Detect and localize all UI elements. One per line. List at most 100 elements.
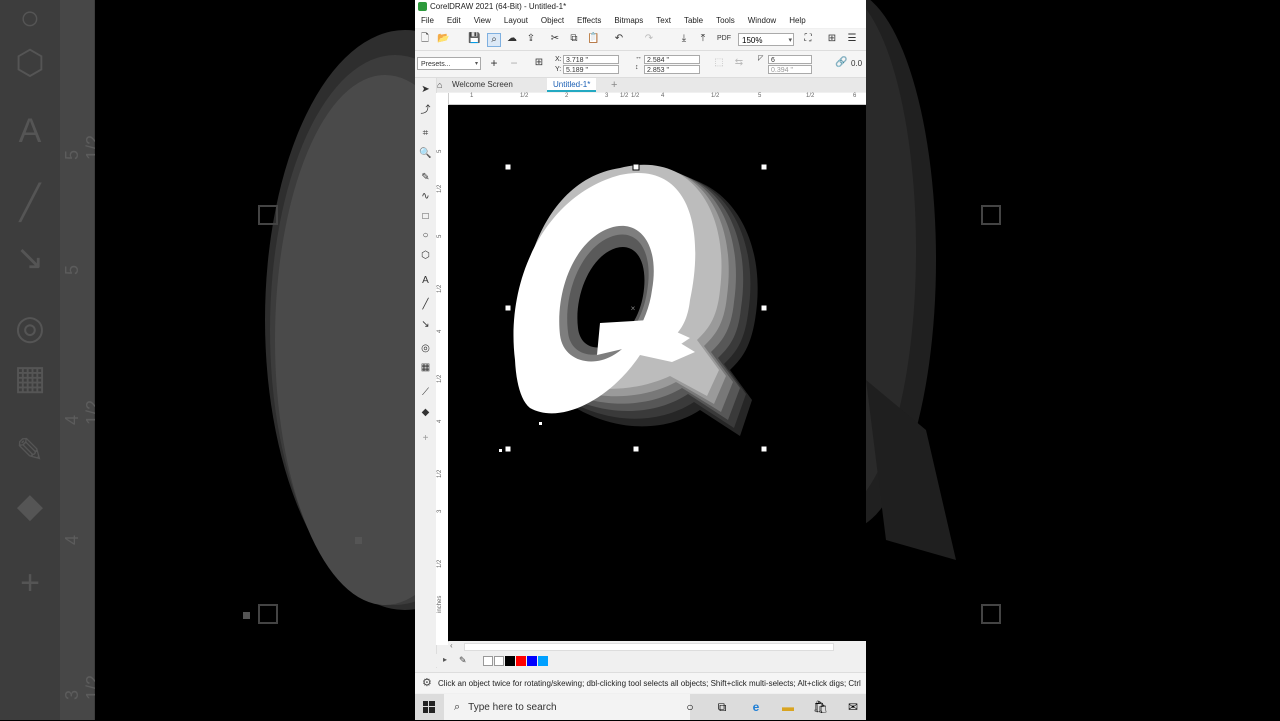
ellipse-tool-icon[interactable]: ○ xyxy=(419,229,432,242)
interactive-fill-icon[interactable]: ◆ xyxy=(419,406,432,419)
contour-tool-icon[interactable]: ◎ xyxy=(419,342,432,355)
crop-tool-icon[interactable]: ⌗ xyxy=(419,127,432,140)
chevron-down-icon[interactable]: ▾ xyxy=(475,58,478,71)
file-explorer-icon[interactable]: ▬ xyxy=(781,700,795,714)
pick-tool-icon[interactable]: ➤ xyxy=(419,83,432,96)
scrollbar-thumb[interactable] xyxy=(464,643,834,651)
menu-tools[interactable]: Tools xyxy=(716,14,735,28)
width-field[interactable]: 2.584 " xyxy=(644,55,700,64)
cut-icon[interactable]: ✂ xyxy=(549,33,561,45)
shape-tool-icon[interactable]: ⤴ xyxy=(419,104,432,117)
menu-file[interactable]: File xyxy=(421,14,434,28)
menu-object[interactable]: Object xyxy=(541,14,564,28)
add-tab-icon[interactable]: + xyxy=(611,79,617,91)
publish-pdf-icon[interactable]: PDF xyxy=(717,33,731,45)
contour-type-icon[interactable]: ⇆ xyxy=(733,57,745,69)
selection-handle[interactable] xyxy=(632,163,640,171)
scroll-left-icon[interactable]: ‹ xyxy=(450,641,453,650)
q-contour-artwork[interactable]: × xyxy=(448,105,866,641)
selection-handle[interactable] xyxy=(760,445,768,453)
task-view-icon[interactable]: ⧉ xyxy=(715,700,729,714)
black-swatch[interactable] xyxy=(505,656,515,666)
export-arrow-icon[interactable]: ⤒ xyxy=(697,33,709,45)
import-cloud-icon[interactable]: ☁ xyxy=(506,33,518,45)
home-icon[interactable]: ⌂ xyxy=(437,80,447,90)
white-swatch[interactable] xyxy=(494,656,504,666)
import-icon[interactable]: ⤓ xyxy=(678,33,690,45)
cortana-icon[interactable]: ○ xyxy=(683,700,697,714)
contour-offset-field[interactable]: 0.394 " xyxy=(768,65,812,74)
taskbar-search-box[interactable]: ⌕ Type here to search xyxy=(444,694,690,720)
rectangle-tool-icon[interactable]: □ xyxy=(419,210,432,223)
menu-effects[interactable]: Effects xyxy=(577,14,601,28)
export-icon[interactable]: ⇪ xyxy=(525,33,537,45)
zoom-level-combo[interactable]: 150% ▾ xyxy=(738,33,794,46)
polygon-tool-icon[interactable]: ⬡ xyxy=(419,249,432,262)
save-icon[interactable]: 💾 xyxy=(468,33,480,45)
menu-text[interactable]: Text xyxy=(656,14,671,28)
selection-handle[interactable] xyxy=(632,445,640,453)
full-screen-icon[interactable]: ⛶ xyxy=(802,33,814,45)
options-icon[interactable]: ⊞ xyxy=(826,33,838,45)
cyan-swatch[interactable] xyxy=(538,656,548,666)
selection-handle[interactable] xyxy=(760,304,768,312)
selection-handle[interactable] xyxy=(504,445,512,453)
selection-handle[interactable] xyxy=(504,304,512,312)
zoom-level-value: 150% xyxy=(742,36,763,45)
search-content-icon[interactable]: ⌕ xyxy=(487,33,501,47)
dimension-tool-icon[interactable]: ╱ xyxy=(419,298,432,311)
contour-node[interactable] xyxy=(499,449,502,452)
blend-direction-icon[interactable]: ⬚ xyxy=(713,57,725,69)
menu-window[interactable]: Window xyxy=(748,14,776,28)
tab-untitled-1[interactable]: Untitled-1* xyxy=(547,78,597,92)
selection-handle[interactable] xyxy=(760,163,768,171)
remove-preset-icon[interactable]: − xyxy=(508,57,520,69)
horizontal-scrollbar[interactable]: ‹ xyxy=(448,641,866,652)
coreldraw-app-icon xyxy=(418,2,427,11)
chevron-down-icon[interactable]: ▾ xyxy=(788,34,792,47)
selection-handle[interactable] xyxy=(504,163,512,171)
artistic-media-icon[interactable]: ∿ xyxy=(419,190,432,203)
zoom-tool-icon[interactable]: 🔍 xyxy=(419,147,432,160)
copy-icon[interactable]: ⧉ xyxy=(568,33,580,45)
contour-steps-field[interactable]: 6 xyxy=(768,55,812,64)
lock-ratio-icon[interactable]: 🔗 xyxy=(835,57,847,69)
red-swatch[interactable] xyxy=(516,656,526,666)
paste-icon[interactable]: 📋 xyxy=(587,33,599,45)
edge-browser-icon[interactable]: e xyxy=(749,700,763,714)
freehand-tool-icon[interactable]: ✎ xyxy=(419,171,432,184)
open-icon[interactable]: 📂 xyxy=(437,33,449,45)
menu-table[interactable]: Table xyxy=(684,14,703,28)
blue-swatch[interactable] xyxy=(527,656,537,666)
presets-dropdown[interactable]: Presets... ▾ xyxy=(417,57,481,70)
eyedropper-tool-icon[interactable]: ⟋ xyxy=(419,386,432,399)
connector-tool-icon[interactable]: ↘ xyxy=(419,318,432,331)
object-origin-icon[interactable]: ⊞ xyxy=(533,57,545,69)
menu-view[interactable]: View xyxy=(474,14,491,28)
add-tool-icon[interactable]: + xyxy=(419,432,432,445)
new-document-icon[interactable]: 🗋 xyxy=(419,33,431,45)
x-position-field[interactable]: 3.718 " xyxy=(563,55,619,64)
palette-arrow-icon[interactable]: ▸ xyxy=(443,655,447,664)
redo-icon[interactable]: ↷ xyxy=(643,33,655,45)
align-icon[interactable]: ☰ xyxy=(846,33,858,45)
y-position-field[interactable]: 5.189 " xyxy=(563,65,619,74)
add-preset-icon[interactable]: + xyxy=(488,57,500,69)
menu-edit[interactable]: Edit xyxy=(447,14,461,28)
undo-icon[interactable]: ↶ xyxy=(613,33,625,45)
text-tool-icon[interactable]: A xyxy=(419,274,432,287)
gear-icon[interactable]: ⚙ xyxy=(422,673,434,693)
menu-bitmaps[interactable]: Bitmaps xyxy=(614,14,643,28)
no-fill-swatch[interactable] xyxy=(483,656,493,666)
menu-help[interactable]: Help xyxy=(789,14,805,28)
height-field[interactable]: 2.853 " xyxy=(644,65,700,74)
start-button[interactable] xyxy=(415,694,443,720)
mail-icon[interactable]: ✉ xyxy=(846,700,860,714)
transparency-tool-icon[interactable]: ▦ xyxy=(419,361,432,374)
contour-node[interactable] xyxy=(539,422,542,425)
eyedropper-icon[interactable]: ✎ xyxy=(459,655,467,666)
tab-welcome-screen[interactable]: Welcome Screen xyxy=(446,78,519,92)
menu-layout[interactable]: Layout xyxy=(504,14,528,28)
microsoft-store-icon[interactable]: 🛍 xyxy=(813,700,828,714)
drawing-canvas[interactable]: × xyxy=(448,105,866,641)
